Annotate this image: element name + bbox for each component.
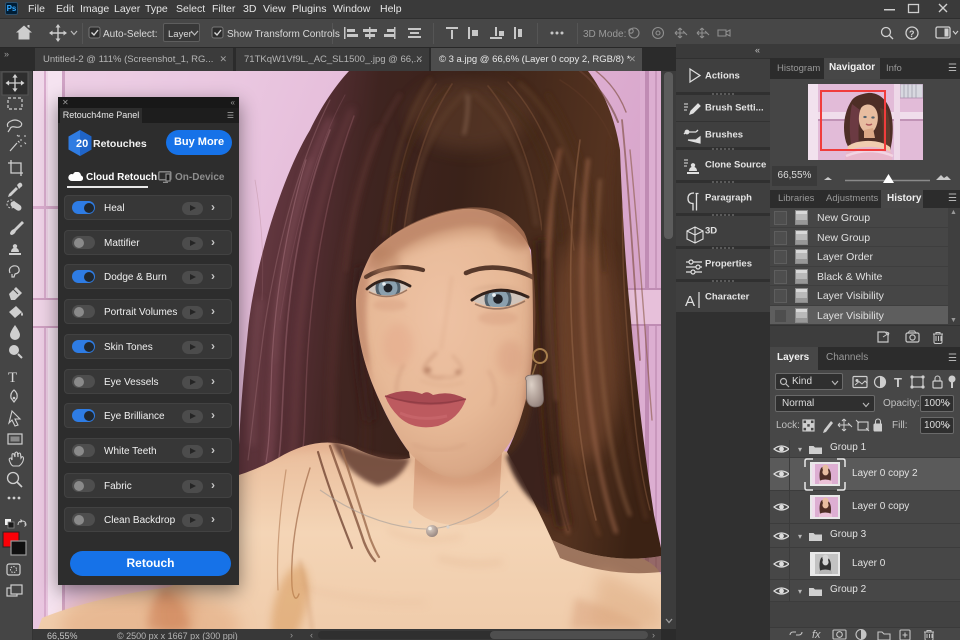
svg-text:A: A [685,293,695,310]
svg-text:fx: fx [812,629,821,640]
svg-text:T: T [894,375,902,390]
svg-text:T: T [8,370,17,386]
svg-text:?: ? [909,29,915,39]
